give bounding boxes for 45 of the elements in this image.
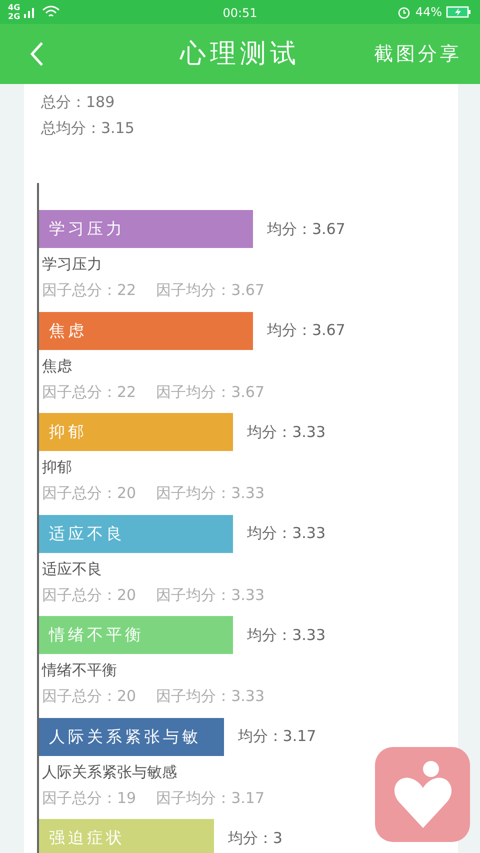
factor-bar: 情绪不平衡	[39, 616, 234, 654]
factor-average: 因子均分：3.67	[156, 280, 264, 300]
factor-average: 因子均分：3.33	[156, 686, 264, 706]
factor-total: 因子总分：20	[42, 686, 136, 706]
factor-name: 情绪不平衡	[40, 660, 118, 680]
factor-name: 适应不良	[41, 558, 103, 578]
factor-bar: 人际关系紧张与敏	[39, 718, 224, 756]
factor-total: 因子总分：20	[42, 483, 136, 503]
factor-average: 因子均分：3.67	[156, 382, 264, 402]
network-label: 4G	[8, 3, 20, 12]
clock-time: 00:51	[222, 6, 258, 20]
battery-percent: 44%	[415, 4, 442, 21]
wifi-icon	[42, 5, 60, 19]
screenshot-share-button[interactable]: 截图分享	[374, 40, 462, 68]
factor-average: 因子均分：3.33	[156, 483, 264, 503]
factor-bar: 学习压力	[39, 210, 253, 248]
factor-name: 人际关系紧张与敏感	[41, 762, 178, 782]
summary-text: 总分：189	[41, 92, 116, 112]
factor-bar: 强迫症状	[39, 819, 214, 853]
app-icon[interactable]	[375, 747, 470, 842]
factor-bar: 焦虑	[39, 312, 253, 350]
average-score: 均分：3	[228, 828, 282, 849]
factor-total: 因子总分：19	[42, 788, 136, 808]
heart-person-icon	[392, 760, 452, 830]
factor-name: 抑郁	[41, 457, 73, 477]
factor-average: 因子均分：3.17	[156, 788, 264, 808]
average-score: 均分：3.67	[266, 320, 346, 342]
average-score: 均分：3.33	[247, 523, 326, 544]
network-label: 2G	[8, 12, 20, 21]
alarm-icon	[397, 5, 412, 19]
back-icon	[30, 41, 44, 67]
factor-bar: 适应不良	[39, 514, 234, 552]
factor-total: 因子总分：20	[42, 584, 136, 604]
average-score: 均分：3.67	[266, 218, 346, 240]
factor-name: 焦虑	[41, 356, 73, 376]
average-score: 均分：3.17	[238, 726, 316, 748]
factor-average: 因子均分：3.33	[156, 584, 264, 604]
factor-total: 因子总分：22	[42, 280, 136, 300]
average-score: 均分：3.33	[247, 624, 326, 646]
page-title: 心理测试	[180, 38, 300, 70]
summary-text: 总均分：3.15	[41, 118, 136, 138]
factor-name: 学习压力	[41, 254, 103, 274]
average-score: 均分：3.33	[247, 422, 326, 443]
factor-bar: 抑郁	[39, 413, 234, 451]
factor-total: 因子总分：22	[42, 382, 136, 402]
